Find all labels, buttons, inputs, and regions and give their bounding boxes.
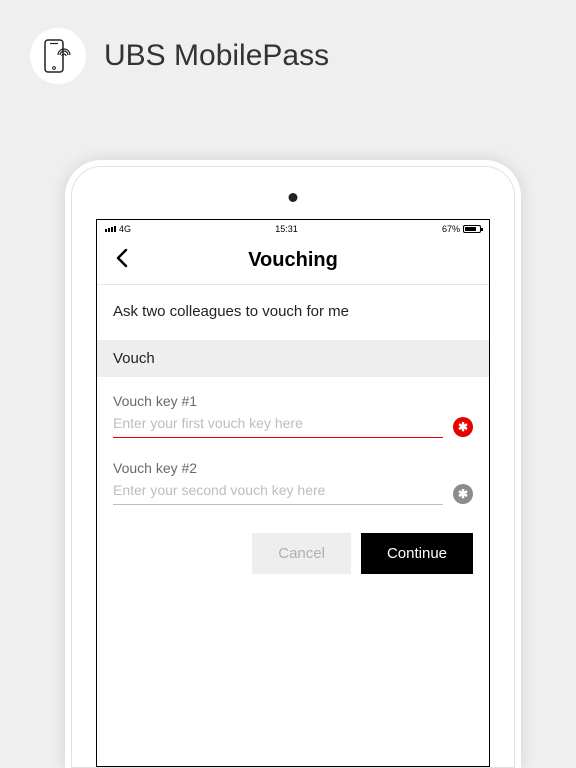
vouch-key-2-field: Vouch key #2 Enter your second vouch key… xyxy=(113,460,473,505)
form-area: Vouch key #1 Enter your first vouch key … xyxy=(97,377,489,505)
required-icon: ✱ xyxy=(453,484,473,504)
tablet-screen: 4G 15:31 67% Vouching Ask two colleagues… xyxy=(96,219,490,767)
back-button[interactable] xyxy=(111,248,133,272)
required-icon: ✱ xyxy=(453,417,473,437)
app-header: UBS MobilePass xyxy=(0,0,576,104)
status-right: 67% xyxy=(442,224,481,234)
signal-icon xyxy=(105,226,116,232)
cancel-button[interactable]: Cancel xyxy=(252,533,351,574)
continue-button[interactable]: Continue xyxy=(361,533,473,574)
section-label: Vouch xyxy=(97,340,489,377)
app-title: UBS MobilePass xyxy=(104,39,329,73)
network-label: 4G xyxy=(119,224,131,234)
page-title: Vouching xyxy=(248,249,338,272)
app-icon xyxy=(30,28,86,84)
vouch-key-1-label: Vouch key #1 xyxy=(113,393,473,409)
battery-icon xyxy=(463,225,481,233)
vouch-key-2-label: Vouch key #2 xyxy=(113,460,473,476)
vouch-key-1-input[interactable]: Enter your first vouch key here xyxy=(113,415,443,438)
fingerprint-phone-icon xyxy=(44,39,72,73)
tablet-frame: 4G 15:31 67% Vouching Ask two colleagues… xyxy=(65,160,521,768)
title-bar: Vouching xyxy=(97,238,489,285)
battery-percent: 67% xyxy=(442,224,460,234)
chevron-left-icon xyxy=(115,248,129,268)
vouch-key-1-field: Vouch key #1 Enter your first vouch key … xyxy=(113,393,473,438)
button-row: Cancel Continue xyxy=(97,527,489,574)
status-bar: 4G 15:31 67% xyxy=(97,220,489,238)
page-subtitle: Ask two colleagues to vouch for me xyxy=(97,285,489,340)
status-time: 15:31 xyxy=(275,224,298,234)
tablet-edge: 4G 15:31 67% Vouching Ask two colleagues… xyxy=(71,166,515,768)
tablet-camera xyxy=(289,193,298,202)
status-left: 4G xyxy=(105,224,131,234)
vouch-key-2-input[interactable]: Enter your second vouch key here xyxy=(113,482,443,505)
